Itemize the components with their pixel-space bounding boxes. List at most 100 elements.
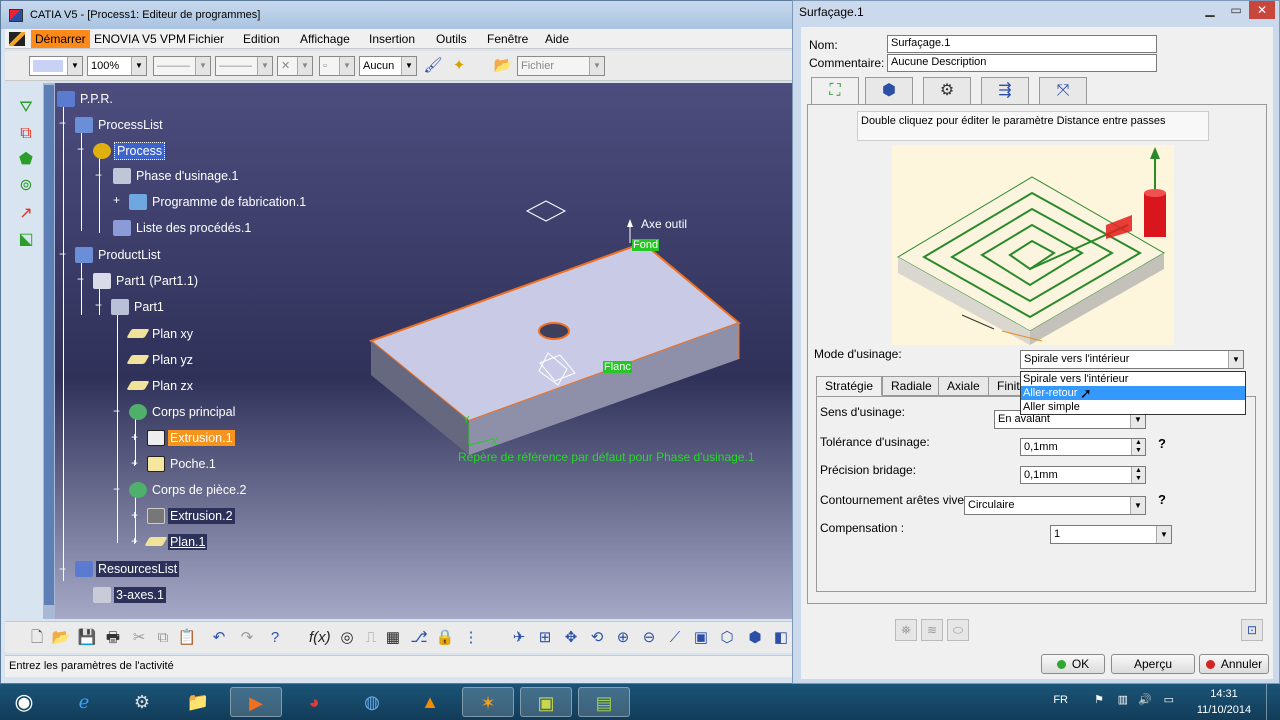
parameters-icon[interactable]: ⊡ [1241, 619, 1263, 641]
layer-combo[interactable]: Aucun ▼ [359, 56, 417, 76]
tray-network-icon[interactable]: ▥ [1118, 693, 1128, 706]
chrome-icon[interactable]: ◕ [288, 687, 340, 717]
tolerance-help[interactable]: ? [1158, 436, 1166, 451]
menu-insert[interactable]: Insertion [369, 32, 415, 46]
drilling-icon[interactable]: ⊚ [15, 175, 37, 197]
media-player-icon[interactable]: ▶ [230, 687, 282, 717]
new-file-icon[interactable]: 🗋 [27, 628, 47, 648]
tab-feeds[interactable]: ⇶ [981, 77, 1029, 105]
name-field[interactable]: Surfaçage.1 [887, 35, 1157, 53]
subtab-axial[interactable]: Axiale [938, 376, 989, 396]
tab-macros[interactable]: ⤧ [1039, 77, 1087, 105]
wand-icon[interactable]: ✦ [449, 56, 469, 76]
hide-show-icon[interactable]: ◧ [771, 628, 791, 648]
3d-viewport[interactable]: P.P.R. − ProcessList − Process − Phase d… [43, 83, 795, 619]
menu-help[interactable]: Aide [545, 32, 569, 46]
zoom-out-icon[interactable]: ⊖ [639, 628, 659, 648]
clamp-precision-input[interactable]: 0,1mm ▲ ▼ [1020, 466, 1146, 484]
facing-operation-icon[interactable]: ⛛ [15, 97, 37, 119]
language-indicator[interactable]: FR [1053, 694, 1068, 706]
save-icon[interactable]: 💾 [77, 628, 97, 648]
profile-contouring-icon[interactable]: ⬟ [15, 149, 37, 171]
minimize-button[interactable]: ▁ [1197, 1, 1223, 19]
rendering-combo[interactable]: ▫ ▼ [319, 56, 355, 76]
measure-icon[interactable]: ⎍ [361, 628, 381, 648]
iso-view-icon[interactable]: ⬡ [717, 628, 737, 648]
tab-strategy[interactable]: ⛶ [811, 77, 859, 105]
tree-icon[interactable]: ⎇ [409, 628, 429, 648]
color-combo[interactable]: ▼ [29, 56, 83, 76]
menu-file[interactable]: Fichier [188, 32, 224, 46]
file-explorer-icon[interactable]: 📁 [172, 687, 224, 717]
tab-tool[interactable]: ⚙ [923, 77, 971, 105]
tray-power-icon[interactable]: ▭ [1164, 693, 1174, 706]
fly-mode-icon[interactable]: ✈ [509, 628, 529, 648]
preview-button[interactable]: Aperçu [1111, 654, 1195, 674]
notepad-taskbar-icon[interactable]: ▤ [578, 687, 630, 717]
camtasia-taskbar-icon[interactable]: ▣ [520, 687, 572, 717]
subtab-radial[interactable]: Radiale [882, 376, 941, 396]
sharp-edges-select[interactable]: Circulaire ▼ [964, 496, 1146, 515]
lock-icon[interactable]: 🔒 [435, 628, 455, 648]
tray-date[interactable]: 11/10/2014 [1194, 704, 1254, 716]
formula-icon[interactable]: f(x) [309, 628, 331, 648]
print-icon[interactable]: 🖶 [103, 628, 123, 648]
simulation-icon[interactable]: ≋ [921, 619, 943, 641]
machining-mode-dropdown[interactable]: Spirale vers l'intérieur Aller-retour Al… [1020, 371, 1246, 415]
pocketing-icon[interactable]: ⧉ [15, 123, 37, 145]
rotate-icon[interactable]: ⟲ [587, 628, 607, 648]
app-launcher-icon[interactable]: ⚙ [116, 687, 168, 717]
cancel-button[interactable]: Annuler [1199, 654, 1269, 674]
strategy-illustration[interactable] [892, 145, 1174, 345]
tray-flag-icon[interactable]: ⚑ [1094, 693, 1104, 706]
analysis-icon[interactable]: ⬭ [947, 619, 969, 641]
undo-icon[interactable]: ↶ [209, 628, 229, 648]
shading-icon[interactable]: ⬢ [745, 628, 765, 648]
point-type-combo[interactable]: ✕ ▼ [277, 56, 313, 76]
catia-taskbar-icon[interactable]: ✶ [462, 687, 514, 717]
ok-button[interactable]: OK [1041, 654, 1105, 674]
cut-icon[interactable]: ✂ [129, 628, 149, 648]
menu-edit[interactable]: Edition [243, 32, 280, 46]
maximize-button[interactable]: ▭ [1223, 1, 1249, 19]
machining-mode-select[interactable]: Spirale vers l'intérieur ▼ [1020, 350, 1244, 369]
tab-geometry[interactable]: ⬢ [865, 77, 913, 105]
tolerance-input[interactable]: 0,1mm ▲ ▼ [1020, 438, 1146, 456]
open-icon[interactable]: 📂 [51, 628, 71, 648]
close-button[interactable]: ✕ [1249, 1, 1275, 19]
network-tool-icon[interactable]: ◍ [346, 687, 398, 717]
menu-enovia[interactable]: ENOVIA V5 VPM [94, 32, 186, 46]
line-type-combo[interactable]: ——— ▼ [215, 56, 273, 76]
tray-time[interactable]: 14:31 [1194, 688, 1254, 700]
curve-following-icon[interactable]: ⬕ [15, 229, 37, 251]
subtab-strategy[interactable]: Stratégie [816, 376, 883, 396]
open-folder-icon[interactable]: 📂 [493, 56, 513, 76]
menu-window[interactable]: Fenêtre [487, 32, 528, 46]
show-desktop-button[interactable] [1266, 684, 1280, 720]
fit-all-icon[interactable]: ⊞ [535, 628, 555, 648]
file-filter-combo[interactable]: Fichier ▼ [517, 56, 605, 76]
tool-path-replay-icon[interactable]: ⛯ [895, 619, 917, 641]
mode-option-zigzag[interactable]: Aller-retour [1021, 386, 1245, 400]
normal-view-icon[interactable]: ⟋ [665, 628, 685, 648]
mode-option-one-way[interactable]: Aller simple [1021, 400, 1245, 414]
zoom-in-icon[interactable]: ⊕ [613, 628, 633, 648]
table-icon[interactable]: ▦ [383, 628, 403, 648]
line-thickness-combo[interactable]: ——— ▼ [153, 56, 211, 76]
paste-icon[interactable]: 📋 [177, 628, 197, 648]
workbench-menu-icon[interactable] [9, 32, 25, 46]
internet-explorer-icon[interactable]: ℯ [58, 687, 110, 717]
point-to-point-icon[interactable]: ↗ [15, 203, 37, 225]
bottom-geometry-label[interactable]: Fond [632, 239, 660, 251]
part-3d-model[interactable]: Y X [43, 83, 795, 619]
start-button[interactable]: ◉ [2, 687, 46, 717]
copy-icon[interactable]: ⧉ [153, 628, 173, 648]
pan-icon[interactable]: ✥ [561, 628, 581, 648]
painter-icon[interactable]: 🖌 [423, 56, 443, 76]
compensation-select[interactable]: 1 ▼ [1050, 525, 1172, 544]
vlc-icon[interactable]: ▲ [404, 687, 456, 717]
mode-option-spiral[interactable]: Spirale vers l'intérieur [1021, 372, 1245, 386]
side-geometry-label[interactable]: Flanc [603, 361, 632, 373]
hierarchy-icon[interactable]: ⋮ [461, 628, 481, 648]
tray-volume-icon[interactable]: 🔊 [1138, 693, 1152, 706]
